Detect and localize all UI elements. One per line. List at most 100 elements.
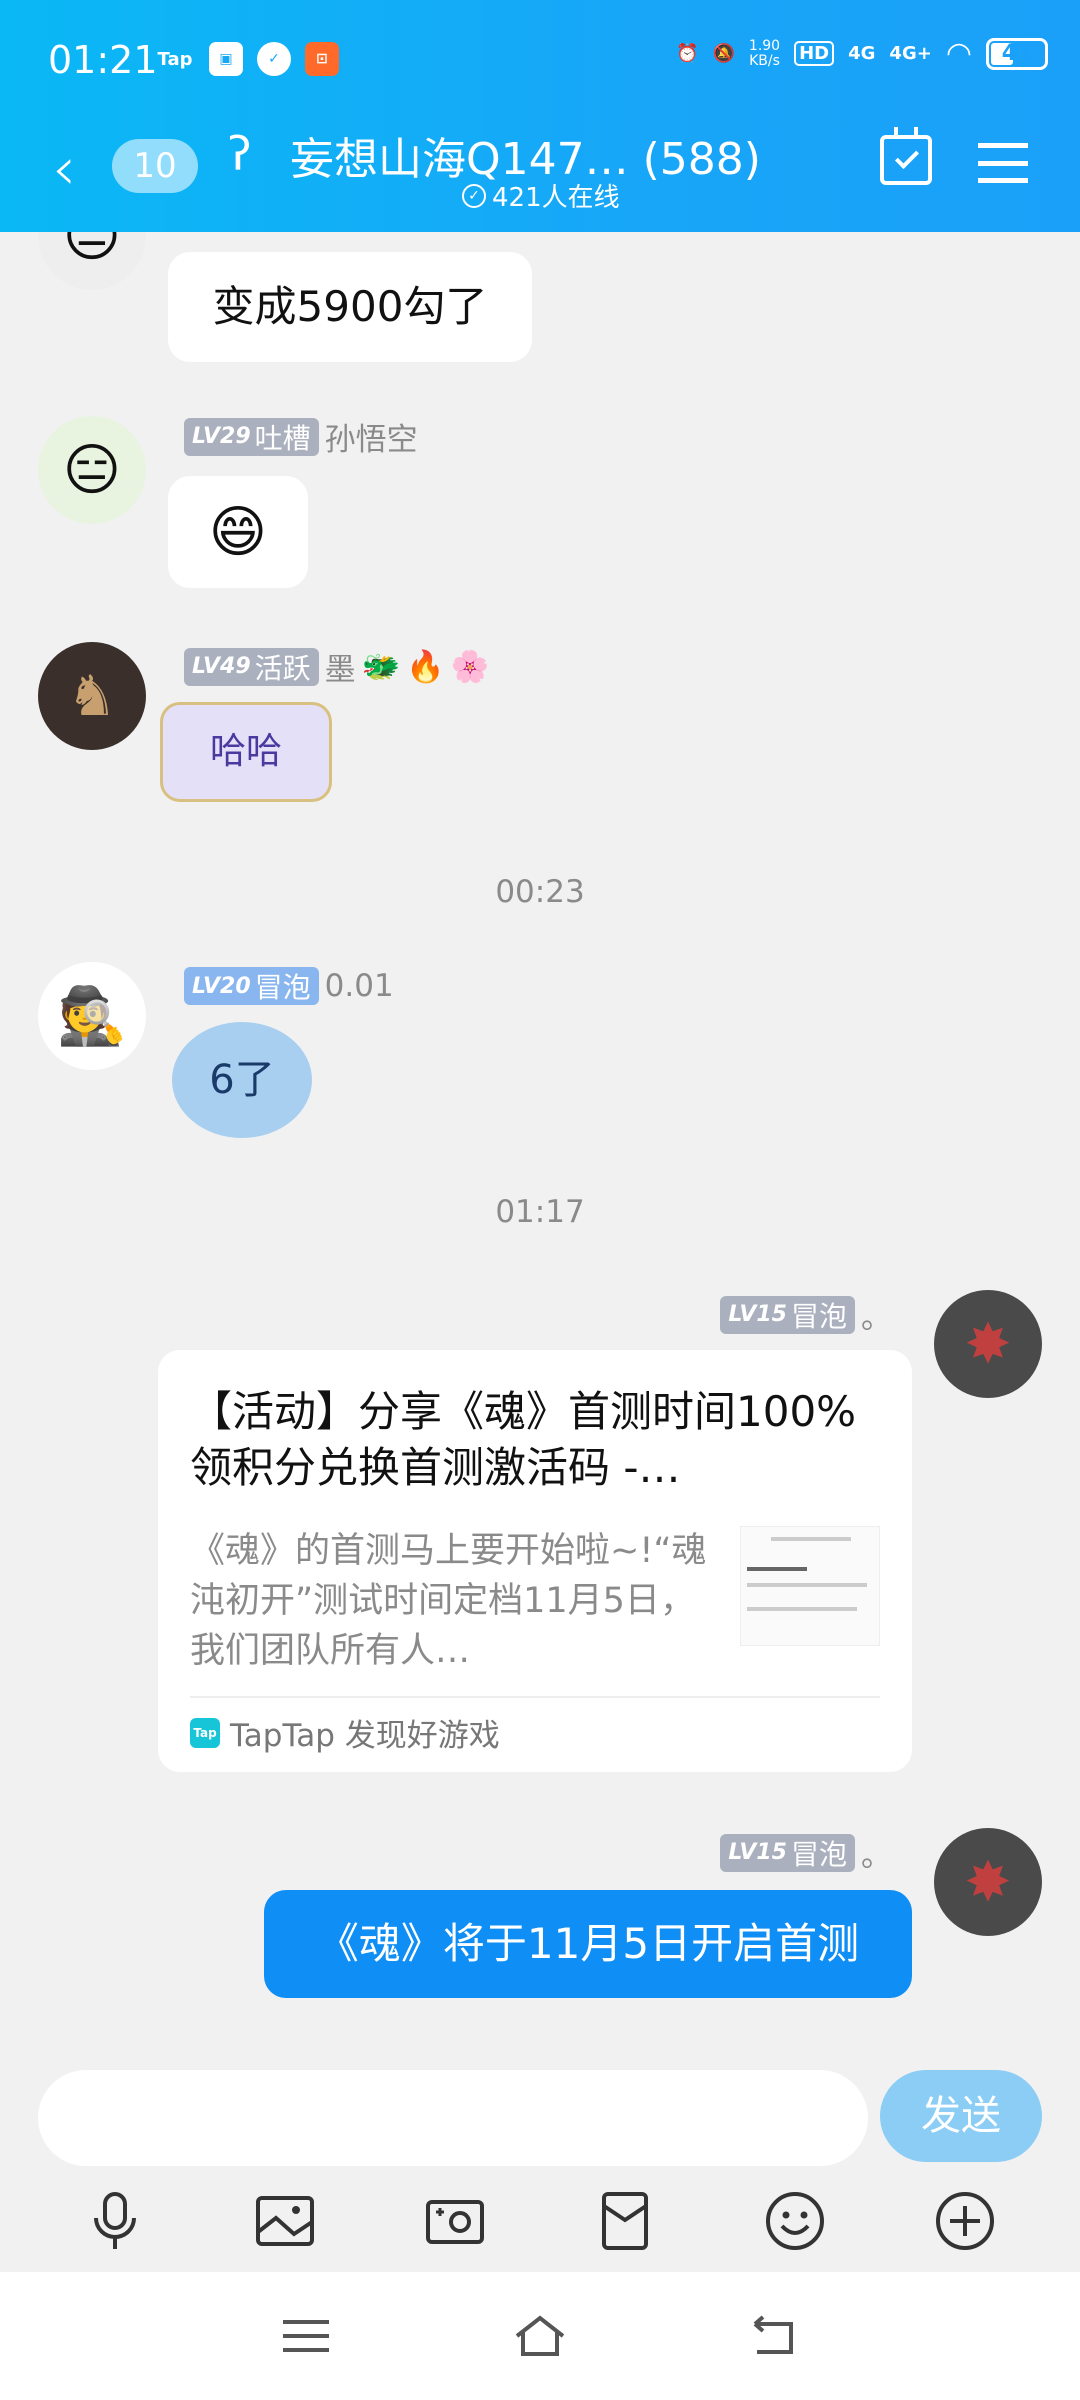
dragon-icon: 🐲 (361, 649, 401, 685)
menu-icon[interactable] (978, 143, 1028, 183)
plus-icon[interactable] (932, 2188, 998, 2254)
emblem-avatar-icon: ✸ (964, 1849, 1012, 1915)
calendar-app-icon: ▣ (209, 42, 243, 76)
mute-icon: 🔕 (712, 43, 735, 64)
timestamp: 00:23 (495, 874, 585, 910)
taptap-logo-icon: Tap (190, 1717, 220, 1748)
input-bar: 发送 (0, 2042, 1080, 2272)
level-value: LV29 (192, 424, 251, 449)
input-toolbar (0, 2188, 1080, 2272)
flower-icon: 🌸 (450, 649, 490, 685)
online-text: 421人在线 (492, 183, 620, 213)
link-card[interactable]: 【活动】分享《魂》首测时间100%领积分兑换首测激活码 -… 《魂》的首测马上要… (158, 1350, 912, 1772)
chat-area[interactable]: 😐 变成5900勾了 😑 LV29 吐槽 孙悟空 😄 ♞ LV49 活跃 墨 🐲 🔥… (0, 232, 1080, 2042)
signal-4g-icon: 4G (848, 43, 876, 64)
level-tag: 活跃 (254, 651, 311, 685)
ear-icon[interactable]: ʔ (228, 127, 251, 181)
sender-name[interactable]: 孙悟空 (325, 414, 418, 459)
message-bubble[interactable]: 变成5900勾了 (168, 252, 532, 362)
level-value: LV49 (192, 654, 251, 679)
back-arrow-icon[interactable]: ‹ (52, 139, 76, 199)
sender-meta: LV49 活跃 墨 🐲 🔥 🌸 (184, 644, 489, 689)
sender-meta: LV29 吐槽 孙悟空 (184, 414, 418, 459)
verified-icon: ✓ (257, 42, 291, 76)
sender-name[interactable]: 。 (861, 1830, 892, 1875)
battery-level: 41 (1001, 40, 1033, 66)
card-description: 《魂》的首测马上要开始啦~!“魂沌初开”测试时间定档11月5日，我们团队所有人… (190, 1531, 707, 1671)
level-tag: 冒泡 (790, 1299, 847, 1333)
taptap-icon: Tap (157, 48, 193, 70)
level-badge: LV15 冒泡 (720, 1833, 855, 1872)
sender-meta: LV20 冒泡 0.01 (184, 967, 394, 1005)
card-title: 【活动】分享《魂》首测时间100%领积分兑换首测激活码 -… (190, 1387, 857, 1492)
avatar[interactable]: 😑 (38, 416, 146, 524)
level-tag: 冒泡 (790, 1837, 847, 1871)
sticker-haha[interactable]: 哈哈 (160, 702, 332, 802)
menu-lines-icon[interactable] (279, 2314, 333, 2358)
camera-icon[interactable] (422, 2188, 488, 2254)
net-speed-value: 1.90 (748, 37, 781, 54)
card-source-text: TapTap 发现好游戏 (230, 1718, 500, 1754)
unread-count-badge[interactable]: 10 (112, 139, 198, 193)
home-icon[interactable] (513, 2314, 567, 2358)
header: 01:21 Tap ▣ ✓ ⊡ ⏰ 🔕 1.90 KB/s HD 4G 4G+ ◠… (0, 0, 1080, 232)
online-count: ✓ 421人在线 (462, 177, 620, 214)
avatar[interactable]: ✸ (934, 1828, 1042, 1936)
sender-meta: LV15 冒泡 。 (720, 1830, 892, 1875)
microphone-icon[interactable] (82, 2188, 148, 2254)
avatar[interactable]: ✸ (934, 1290, 1042, 1398)
emoji-icon[interactable] (762, 2188, 828, 2254)
fire-icon: 🔥 (406, 649, 445, 685)
card-divider (190, 1696, 880, 1698)
card-thumbnail (740, 1526, 880, 1646)
timestamp: 01:17 (495, 1194, 585, 1230)
level-value: LV15 (728, 1302, 787, 1327)
level-badge: LV29 吐槽 (184, 417, 319, 456)
signal-4g-plus-icon: 4G+ (889, 43, 932, 64)
level-badge: LV15 冒泡 (720, 1295, 855, 1334)
sender-name[interactable]: 。 (861, 1292, 892, 1337)
emblem-avatar-icon: ✸ (964, 1311, 1012, 1377)
sender-name[interactable]: 0.01 (325, 968, 394, 1004)
detective-avatar-icon: 🕵 (57, 984, 127, 1049)
character-avatar-icon: ♞ (66, 663, 118, 729)
alarm-icon: ⏰ (676, 43, 699, 64)
nav-bar: ‹ 10 ʔ 妄想山海Q147… (588) ✓ 421人在线 (0, 115, 1080, 225)
level-tag: 冒泡 (254, 971, 311, 1004)
level-badge: LV20 冒泡 (184, 967, 319, 1005)
notification-icons: Tap ▣ ✓ ⊡ (155, 42, 339, 76)
system-icons: ⏰ 🔕 1.90 KB/s HD 4G 4G+ ◠ 41 (676, 36, 1048, 71)
check-circle-icon: ✓ (462, 183, 486, 208)
status-bar: 01:21 Tap ▣ ✓ ⊡ ⏰ 🔕 1.90 KB/s HD 4G 4G+ ◠… (0, 0, 1080, 120)
net-speed-unit: KB/s (749, 52, 780, 69)
red-packet-icon[interactable] (592, 2188, 658, 2254)
sender-name[interactable]: 墨 (325, 644, 356, 689)
avatar[interactable]: ♞ (38, 642, 146, 750)
avatar[interactable]: 😐 (38, 232, 146, 290)
level-value: LV20 (192, 973, 251, 999)
meme-face-green-hat-icon: 😑 (62, 437, 122, 503)
meme-face-icon: 😐 (62, 232, 122, 269)
hd-icon: HD (794, 41, 835, 66)
avatar[interactable]: 🕵 (38, 962, 146, 1070)
sticker-6le[interactable]: 6了 (172, 1022, 312, 1138)
level-tag: 吐槽 (254, 421, 311, 455)
card-source: Tap TapTap 发现好游戏 (190, 1710, 500, 1755)
laughing-emoji-icon: 😄 (208, 499, 268, 565)
send-button[interactable]: 发送 (880, 2070, 1042, 2162)
image-icon[interactable] (252, 2188, 318, 2254)
status-time: 01:21 (48, 38, 158, 82)
sticker-bubble[interactable]: 😄 (168, 476, 308, 588)
calendar-check-icon[interactable] (880, 127, 932, 185)
level-badge: LV49 活跃 (184, 647, 319, 686)
own-message-bubble[interactable]: 《魂》将于11月5日开启首测 (264, 1890, 912, 1998)
message-input[interactable] (38, 2070, 868, 2166)
system-nav-bar (0, 2272, 1080, 2400)
wifi-icon: ◠ (945, 36, 972, 71)
app-notification-icon: ⊡ (305, 42, 339, 76)
battery-icon: 41 (986, 37, 1048, 70)
sender-meta: LV15 冒泡 。 (720, 1292, 892, 1337)
net-speed: 1.90 KB/s (748, 37, 781, 69)
back-icon[interactable] (747, 2314, 801, 2358)
level-value: LV15 (728, 1840, 787, 1865)
